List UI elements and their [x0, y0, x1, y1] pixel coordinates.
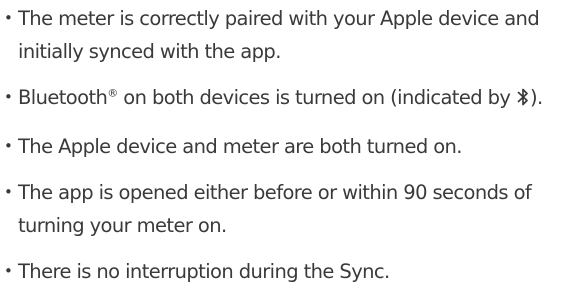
list-item: • The app is opened either before or wit… [4, 176, 584, 242]
list-item: • Bluetooth® on both devices is turned o… [4, 81, 584, 117]
list-item: • The meter is correctly paired with you… [4, 2, 584, 68]
item-text: Bluetooth® on both devices is turned on … [18, 81, 584, 117]
registered-mark: ® [107, 86, 118, 100]
bullet: • [4, 262, 13, 280]
item-text-suffix: ). [529, 86, 543, 109]
list-item: • There is no interruption during the Sy… [4, 255, 584, 288]
list-item: • The Apple device and meter are both tu… [4, 130, 584, 163]
bluetooth-icon [517, 84, 529, 117]
item-text: There is no interruption during the Sync… [18, 260, 390, 283]
item-text: The Apple device and meter are both turn… [18, 135, 463, 158]
bluetooth-word: Bluetooth [18, 86, 108, 109]
bullet: • [4, 9, 13, 27]
item-text: The app is opened either before or withi… [18, 181, 532, 237]
bullet: • [4, 88, 13, 106]
bullet: • [4, 137, 13, 155]
requirements-list: • The meter is correctly paired with you… [4, 2, 584, 301]
item-text-middle: on both devices is turned on (indicated … [117, 86, 516, 109]
bullet: • [4, 183, 13, 201]
item-text: The meter is correctly paired with your … [18, 7, 540, 63]
